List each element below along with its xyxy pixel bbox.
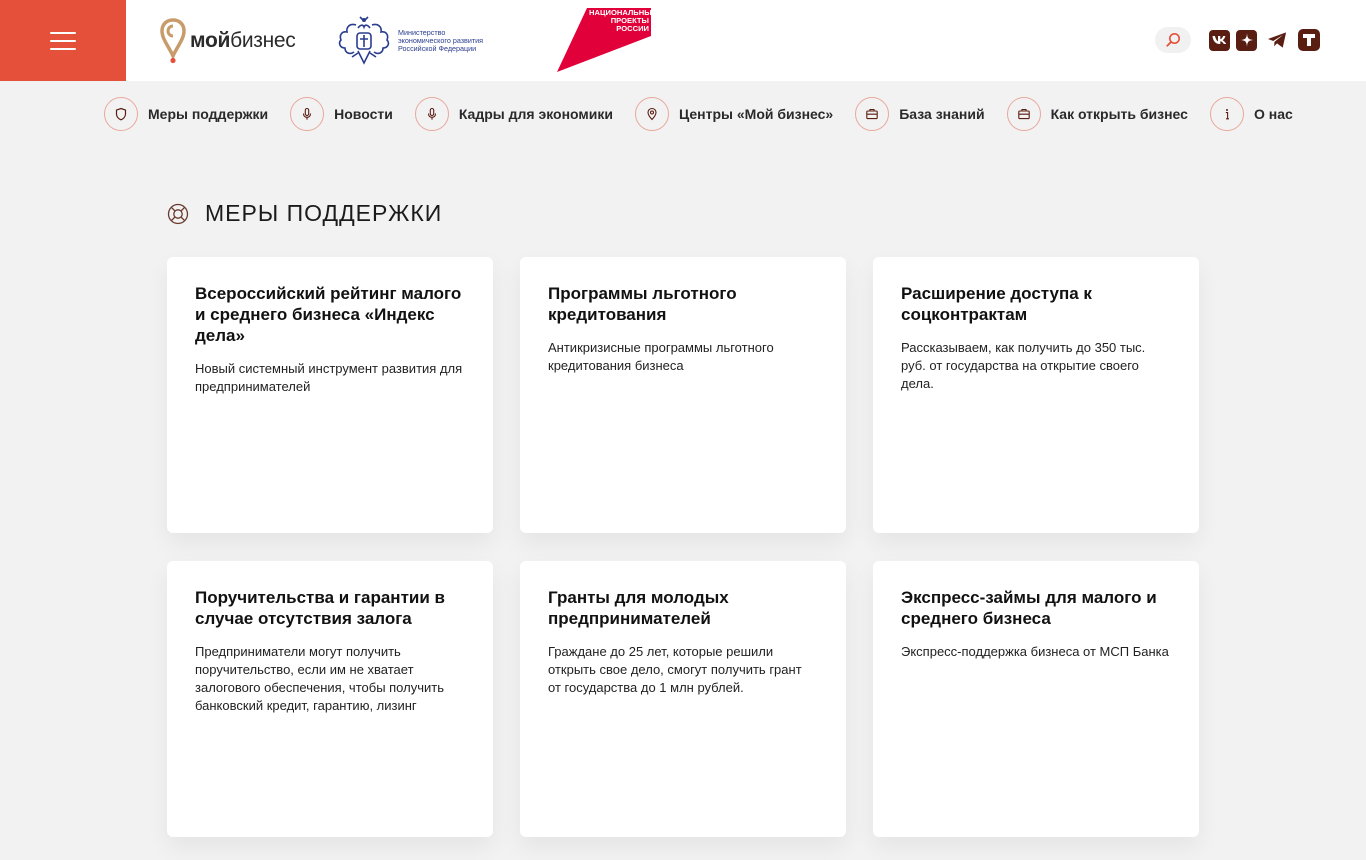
support-card[interactable]: Всероссийский рейтинг малого и среднего … [167, 257, 493, 533]
nav-item-label: Как открыть бизнес [1050, 106, 1188, 122]
double-headed-eagle-icon [338, 16, 390, 65]
card-description: Рассказываем, как получить до 350 тыс. р… [901, 340, 1146, 391]
nav-item-label: О нас [1253, 106, 1293, 122]
section-heading: МЕРЫ ПОДДЕРЖКИ [167, 200, 442, 227]
card-title: Поручительства и гарантии в случае отсут… [195, 588, 445, 628]
nav-item-staff[interactable]: Кадры для экономики [414, 97, 613, 131]
support-card[interactable]: Экспресс-займы для малого и среднего биз… [873, 561, 1199, 837]
menu-button[interactable] [0, 0, 126, 81]
card-title: Расширение доступа к соцконтрактам [901, 284, 1092, 324]
ministry-logo[interactable]: Министерство экономического развития Рос… [336, 12, 498, 70]
main-navigation: Меры поддержки Новости Кадры для экономи… [104, 96, 1315, 132]
national-projects-logo[interactable]: НАЦИОНАЛЬНЫЕ ПРОЕКТЫ РОССИИ [557, 8, 657, 72]
header-actions [1155, 26, 1320, 54]
nav-item-label: База знаний [899, 106, 985, 122]
nav-item-about[interactable]: О нас [1209, 97, 1293, 131]
ministry-text: Министерство экономического развития Рос… [398, 27, 484, 54]
card-description: Граждане до 25 лет, которые решили откры… [548, 644, 802, 695]
support-card[interactable]: Расширение доступа к соцконтрактам Расск… [873, 257, 1199, 533]
location-pin-icon [634, 97, 669, 131]
card-description: Предприниматели могут получить поручител… [195, 644, 444, 713]
brand-word-bold: мой [190, 29, 231, 52]
card-description: Экспресс-поддержка бизнеса от МСП Банка [901, 644, 1169, 659]
dzen-icon[interactable] [1236, 29, 1257, 51]
nav-item-knowledge-base[interactable]: База знаний [855, 97, 985, 131]
card-description: Новый системный инструмент развития для … [195, 361, 463, 394]
search-button[interactable] [1155, 27, 1191, 53]
t-icon[interactable] [1298, 29, 1320, 51]
microphone-icon [290, 97, 325, 131]
site-header: мойбизнес Министерство экономического ра… [0, 0, 1366, 81]
nav-item-label: Центры «Мой бизнес» [678, 106, 834, 122]
nav-item-centers[interactable]: Центры «Мой бизнес» [634, 97, 834, 131]
support-card[interactable]: Поручительства и гарантии в случае отсут… [167, 561, 493, 837]
nav-item-label: Новости [334, 106, 393, 122]
support-measures-grid: Всероссийский рейтинг малого и среднего … [167, 257, 1199, 837]
hamburger-icon [50, 31, 76, 50]
lifebuoy-icon [167, 203, 189, 224]
card-title: Всероссийский рейтинг малого и среднего … [195, 284, 462, 345]
brand-word-regular: бизнес [230, 29, 296, 52]
moy-biznes-logo[interactable]: мойбизнес [160, 17, 296, 65]
nav-item-support-measures[interactable]: Меры поддержки [104, 97, 268, 131]
microphone-icon [414, 97, 449, 131]
card-title: Гранты для молодых предпринимателей [548, 588, 729, 628]
page-title: МЕРЫ ПОДДЕРЖКИ [205, 200, 443, 226]
nav-item-start-business[interactable]: Как открыть бизнес [1006, 97, 1188, 131]
shield-icon [104, 97, 138, 131]
support-card[interactable]: Программы льготного кредитования Антикри… [520, 257, 846, 533]
support-card[interactable]: Гранты для молодых предпринимателей Граж… [520, 561, 846, 837]
nav-item-label: Меры поддержки [148, 106, 269, 122]
np-text: НАЦИОНАЛЬНЫЕ ПРОЕКТЫ РОССИИ [589, 8, 657, 33]
info-icon [1209, 97, 1244, 131]
nav-item-news[interactable]: Новости [290, 97, 393, 131]
nav-item-label: Кадры для экономики [458, 106, 613, 122]
card-description: Антикризисные программы льготного кредит… [548, 340, 774, 373]
briefcase-icon [855, 97, 890, 131]
card-title: Экспресс-займы для малого и среднего биз… [901, 588, 1157, 628]
location-pin-logo-icon [160, 18, 186, 64]
vk-icon[interactable] [1209, 29, 1230, 51]
briefcase-icon [1006, 97, 1041, 131]
search-icon [1166, 33, 1180, 47]
card-title: Программы льготного кредитования [548, 284, 737, 324]
telegram-icon[interactable] [1267, 30, 1288, 51]
